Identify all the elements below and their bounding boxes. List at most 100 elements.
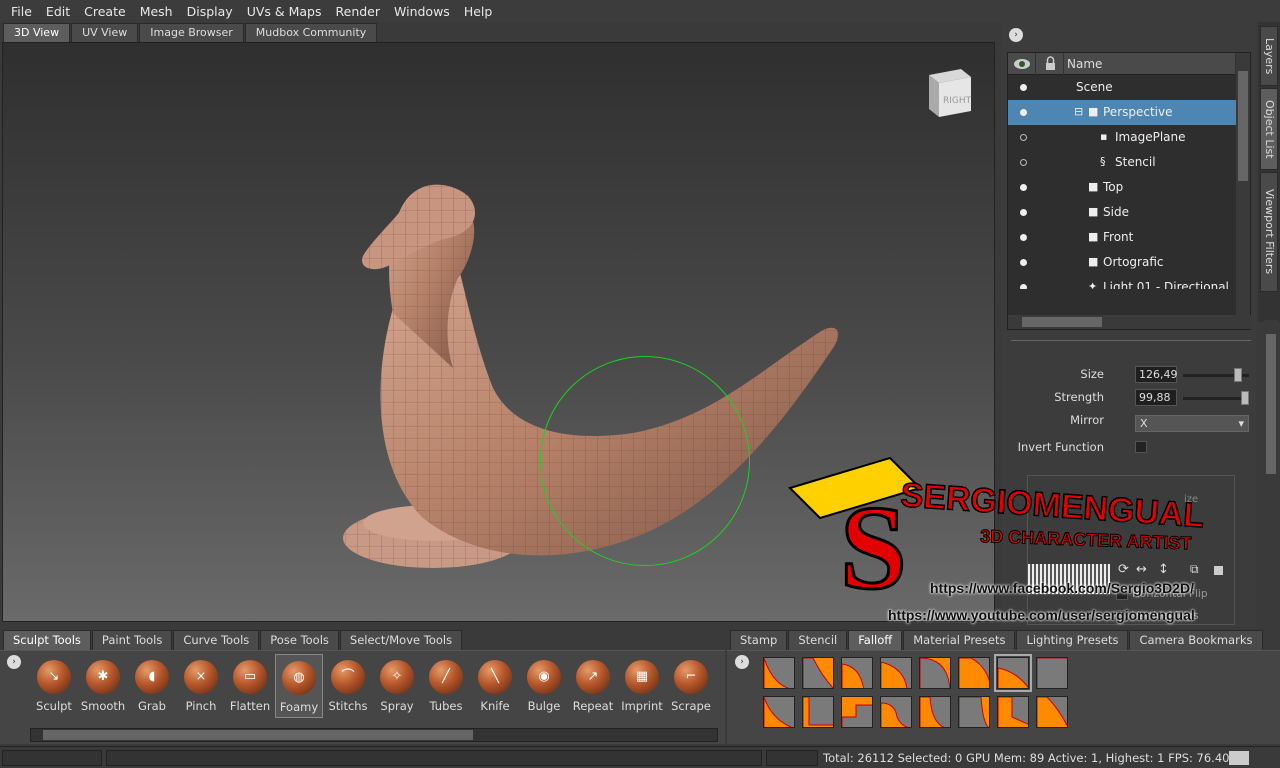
invert-function-checkbox[interactable] bbox=[1135, 441, 1147, 453]
horizontal-flip-checkbox[interactable] bbox=[1116, 588, 1128, 600]
visibility-eye-icon[interactable] bbox=[1008, 53, 1036, 75]
tab-layers[interactable]: Layers bbox=[1260, 26, 1278, 86]
size-input[interactable]: 126,49 bbox=[1135, 366, 1178, 383]
menu-display[interactable]: Display bbox=[180, 4, 240, 19]
object-row-top[interactable]: ■ Top bbox=[1008, 175, 1236, 200]
tab-viewport-filters[interactable]: Viewport Filters bbox=[1260, 172, 1278, 292]
tab-paint-tools[interactable]: Paint Tools bbox=[91, 630, 173, 650]
visibility-dot[interactable] bbox=[1020, 159, 1027, 166]
menu-windows[interactable]: Windows bbox=[387, 4, 457, 19]
collapse-toggle-icon[interactable]: ⊟ bbox=[1074, 106, 1086, 118]
tab-object-list[interactable]: Object List bbox=[1260, 88, 1278, 170]
tool-scrape[interactable]: ⌐ Scrape bbox=[667, 654, 715, 718]
falloff-preset[interactable] bbox=[958, 657, 990, 689]
visibility-dot[interactable] bbox=[1020, 284, 1027, 289]
size-slider[interactable] bbox=[1183, 368, 1249, 382]
flip-horizontal-icon[interactable]: ↔ bbox=[1136, 562, 1147, 577]
falloff-preset[interactable] bbox=[802, 696, 834, 728]
falloff-preset[interactable] bbox=[880, 657, 912, 689]
shelf-options-icon[interactable]: › bbox=[7, 655, 21, 669]
tab-curve-tools[interactable]: Curve Tools bbox=[173, 630, 260, 650]
tab-falloff[interactable]: Falloff bbox=[848, 630, 903, 650]
size-slider-thumb[interactable] bbox=[1234, 368, 1243, 382]
falloff-preset[interactable] bbox=[919, 696, 951, 728]
tool-smooth[interactable]: ✱ Smooth bbox=[79, 654, 127, 718]
open-stamp-icon[interactable]: ⧉ bbox=[1190, 562, 1199, 577]
tab-stencil[interactable]: Stencil bbox=[788, 630, 848, 650]
tool-imprint[interactable]: ▦ Imprint bbox=[618, 654, 666, 718]
tool-bulge[interactable]: ◉ Bulge bbox=[520, 654, 568, 718]
tab-pose-tools[interactable]: Pose Tools bbox=[260, 630, 339, 650]
collapse-panel-icon[interactable]: › bbox=[1009, 28, 1023, 42]
menu-mesh[interactable]: Mesh bbox=[133, 4, 180, 19]
tool-shelf-scroll-thumb[interactable] bbox=[43, 730, 473, 740]
falloff-preset[interactable] bbox=[994, 654, 1032, 692]
tool-pinch[interactable]: ⨯ Pinch bbox=[177, 654, 225, 718]
falloff-preset[interactable] bbox=[997, 696, 1029, 728]
strength-slider[interactable] bbox=[1183, 391, 1249, 405]
viewcube[interactable]: RIGHT bbox=[921, 65, 977, 121]
tool-spray[interactable]: ✧ Spray bbox=[373, 654, 421, 718]
visibility-dot[interactable] bbox=[1020, 84, 1027, 91]
object-row-perspective[interactable]: ⊟ ■ Perspective bbox=[1008, 100, 1236, 125]
tool-foamy[interactable]: ◍ Foamy bbox=[275, 654, 323, 718]
tab-material-presets[interactable]: Material Presets bbox=[903, 630, 1016, 650]
menu-create[interactable]: Create bbox=[77, 4, 133, 19]
object-list-horizontal-scrollbar[interactable] bbox=[1008, 315, 1252, 329]
object-row-ortografic[interactable]: ■ Ortografic bbox=[1008, 250, 1236, 275]
tool-knife[interactable]: ╲ Knife bbox=[471, 654, 519, 718]
tab-mudbox-community[interactable]: Mudbox Community bbox=[244, 23, 378, 42]
tool-flatten[interactable]: ▭ Flatten bbox=[226, 654, 274, 718]
menu-uvs-maps[interactable]: UVs & Maps bbox=[240, 4, 329, 19]
tool-tubes[interactable]: ╱ Tubes bbox=[422, 654, 470, 718]
tool-shelf-scrollbar[interactable] bbox=[30, 728, 718, 742]
falloff-preset[interactable] bbox=[841, 696, 873, 728]
falloff-preset[interactable] bbox=[958, 696, 990, 728]
object-row-side[interactable]: ■ Side bbox=[1008, 200, 1236, 225]
strength-slider-thumb[interactable] bbox=[1240, 391, 1249, 405]
falloff-preset[interactable] bbox=[919, 657, 951, 689]
lock-icon[interactable] bbox=[1036, 53, 1064, 75]
falloff-preset[interactable] bbox=[802, 657, 834, 689]
visibility-dot[interactable] bbox=[1020, 209, 1027, 216]
menu-render[interactable]: Render bbox=[329, 4, 388, 19]
visibility-dot[interactable] bbox=[1020, 259, 1027, 266]
falloff-preset[interactable] bbox=[1036, 657, 1068, 689]
object-row-front[interactable]: ■ Front bbox=[1008, 225, 1236, 250]
rotate-icon[interactable]: ⟳ bbox=[1118, 562, 1129, 577]
falloff-preset[interactable] bbox=[763, 696, 795, 728]
tab-camera-bookmarks[interactable]: Camera Bookmarks bbox=[1129, 630, 1263, 650]
falloff-preset[interactable] bbox=[880, 696, 912, 728]
flip-vertical-icon[interactable]: ↕ bbox=[1158, 562, 1169, 577]
falloff-preset[interactable] bbox=[841, 657, 873, 689]
mirror-select[interactable]: X ▾ bbox=[1135, 415, 1249, 432]
menu-edit[interactable]: Edit bbox=[39, 4, 77, 19]
visibility-dot[interactable] bbox=[1020, 184, 1027, 191]
preset-options-icon[interactable]: › bbox=[735, 655, 749, 669]
falloff-preset[interactable] bbox=[763, 657, 795, 689]
menu-file[interactable]: File bbox=[4, 4, 39, 19]
object-row-imageplane[interactable]: ▪ ImagePlane bbox=[1008, 125, 1236, 150]
stop-icon[interactable] bbox=[1214, 566, 1223, 575]
name-column-header[interactable]: Name bbox=[1064, 53, 1236, 75]
falloff-preset[interactable] bbox=[1036, 696, 1068, 728]
tab-lighting-presets[interactable]: Lighting Presets bbox=[1016, 630, 1129, 650]
tab-sculpt-tools[interactable]: Sculpt Tools bbox=[3, 630, 91, 650]
tab-uv-view[interactable]: UV View bbox=[71, 23, 139, 42]
object-row-scene[interactable]: Scene bbox=[1008, 75, 1236, 100]
tab-3d-view[interactable]: 3D View bbox=[3, 23, 71, 42]
visibility-dot[interactable] bbox=[1020, 234, 1027, 241]
tool-stitchs[interactable]: ⌒ Stitchs bbox=[324, 654, 372, 718]
tool-grab[interactable]: ◖ Grab bbox=[128, 654, 176, 718]
object-row-stencil[interactable]: § Stencil bbox=[1008, 150, 1236, 175]
tab-image-browser[interactable]: Image Browser bbox=[139, 23, 244, 42]
tab-select-move-tools[interactable]: Select/Move Tools bbox=[339, 630, 463, 650]
tab-stamp[interactable]: Stamp bbox=[730, 630, 788, 650]
visibility-dot[interactable] bbox=[1020, 109, 1027, 116]
tool-repeat[interactable]: ↗ Repeat bbox=[569, 654, 617, 718]
object-list-vertical-scrollbar[interactable] bbox=[1236, 53, 1250, 315]
menu-help[interactable]: Help bbox=[457, 4, 500, 19]
tool-sculpt[interactable]: ↘ Sculpt bbox=[30, 654, 78, 718]
strength-input[interactable]: 99,88 bbox=[1135, 389, 1177, 406]
viewport-3d[interactable]: RIGHT bbox=[2, 42, 995, 622]
